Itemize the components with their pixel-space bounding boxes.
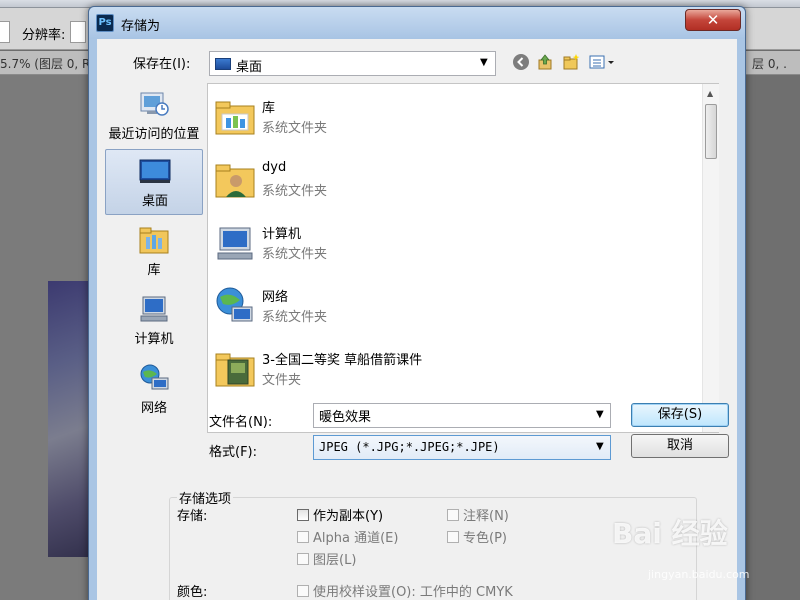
up-folder-icon[interactable] [535,53,555,73]
checkbox-box[interactable] [297,585,309,597]
document-tab-left[interactable]: 5.7% (图层 0, R [0,55,90,72]
layers-checkbox[interactable]: 图层(L) [297,549,356,568]
place-label: 网络 [140,401,167,416]
options-field-left[interactable] [0,21,10,43]
file-name: 3-全国二等奖 草船借箭课件 [262,353,423,368]
place-label: 桌面 [141,194,168,209]
baidu-watermark-url: jingyan.baidu.com [648,568,750,581]
resolution-label: 分辨率: [22,28,66,43]
chevron-down-icon: ▼ [596,441,604,452]
filename-combo[interactable]: ▼ [313,403,611,428]
checkbox-box[interactable] [297,553,309,565]
dialog-titlebar[interactable]: Ps 存储为 ✕ [89,7,745,39]
list-item[interactable]: 计算机 系统文件夹 [208,214,698,276]
back-icon[interactable] [511,53,531,73]
save-in-value: 桌面 [236,60,263,75]
ps-right-panel [745,75,800,600]
scroll-thumb[interactable] [705,104,717,159]
computer-icon [140,296,168,322]
list-item[interactable]: dyd 系统文件夹 [208,151,698,213]
format-label: 格式(F): [209,445,258,460]
file-name: 网络 [262,290,289,305]
alpha-channels-checkbox[interactable]: Alpha 通道(E) [297,527,398,546]
dialog-title: 存储为 [121,19,161,34]
resolution-field[interactable] [70,21,86,43]
network-icon [140,364,169,390]
computer-icon [217,227,253,260]
checkbox-box[interactable] [447,531,459,543]
place-computer[interactable]: 计算机 [105,288,203,354]
save-as-dialog: Ps 存储为 ✕ 保存在(I): 桌面 ▼ 最近访问的位置 桌面 库 计算机 网… [88,6,746,600]
file-name: 库 [262,101,276,116]
place-network[interactable]: 网络 [105,357,203,423]
spot-colors-checkbox[interactable]: 专色(P) [447,527,507,546]
annotations-label: 注释(N) [463,509,509,524]
as-copy-checkbox[interactable]: 作为副本(Y) [297,505,383,524]
checkbox-box[interactable] [447,509,459,521]
spot-colors-label: 专色(P) [463,531,507,546]
user-folder-icon [215,164,255,198]
desktop-icon [139,159,171,183]
layers-label: 图层(L) [313,553,357,568]
file-type: 文件夹 [262,373,302,388]
folder-icon [215,353,255,387]
annotations-checkbox[interactable]: 注释(N) [447,505,509,524]
recent-places-icon [140,92,169,116]
scroll-up-icon[interactable]: ▲ [707,89,713,98]
place-label: 计算机 [134,332,174,347]
list-item[interactable]: 库 系统文件夹 [208,88,698,150]
alpha-channels-label: Alpha 通道(E) [313,531,399,546]
file-type: 系统文件夹 [262,247,328,262]
cancel-button[interactable]: 取消 [631,434,729,458]
place-label: 库 [147,263,161,278]
save-button[interactable]: 保存(S) [631,403,729,427]
close-button[interactable]: ✕ [685,9,741,31]
list-item[interactable]: 3-全国二等奖 草船借箭课件 文件夹 [208,340,698,402]
use-proof-label: 使用校样设置(O): 工作中的 CMYK [313,585,513,600]
format-value: JPEG (*.JPG;*.JPEG;*.JPE) [319,440,500,454]
checkbox-box[interactable] [297,509,309,521]
places-bar: 最近访问的位置 桌面 库 计算机 网络 [105,83,203,433]
file-list-scrollbar[interactable]: ▲ ▼ [702,84,719,432]
color-label: 颜色: [177,585,208,600]
save-in-label: 保存在(I): [133,57,191,72]
chevron-down-icon: ▼ [480,57,488,68]
save-in-combo[interactable]: 桌面 ▼ [209,51,496,76]
list-item[interactable]: 网络 系统文件夹 [208,277,698,339]
chevron-down-icon[interactable]: ▼ [596,409,604,420]
network-icon [216,287,253,322]
place-libraries[interactable]: 库 [105,219,203,285]
file-type: 系统文件夹 [262,121,328,136]
filename-input[interactable] [314,404,594,427]
view-menu-icon[interactable] [587,53,619,73]
file-type: 系统文件夹 [262,310,328,325]
place-label: 最近访问的位置 [108,127,200,142]
libraries-icon [139,227,169,254]
place-recent[interactable]: 最近访问的位置 [105,83,203,149]
libraries-folder-icon [215,101,255,135]
as-copy-label: 作为副本(Y) [313,509,384,524]
format-select[interactable]: JPEG (*.JPG;*.JPEG;*.JPE) ▼ [313,435,611,460]
file-name: 计算机 [262,227,302,242]
filename-label: 文件名(N): [209,415,273,430]
use-proof-checkbox[interactable]: 使用校样设置(O): 工作中的 CMYK [297,581,513,600]
file-name: dyd [262,160,287,175]
place-desktop[interactable]: 桌面 [105,149,203,215]
document-image [48,281,88,557]
document-tab-right[interactable]: 层 0, . [752,55,787,72]
baidu-watermark: Bai 经验 [612,517,728,550]
save-label: 存储: [177,509,208,524]
file-list[interactable]: 库 系统文件夹 dyd 系统文件夹 计算机 系统文件夹 网络 系统文件夹 3-全… [207,83,719,433]
photoshop-app-icon: Ps [96,14,114,32]
checkbox-box[interactable] [297,531,309,543]
new-folder-icon[interactable] [561,53,581,73]
desktop-small-icon [215,58,231,70]
file-type: 系统文件夹 [262,184,328,199]
